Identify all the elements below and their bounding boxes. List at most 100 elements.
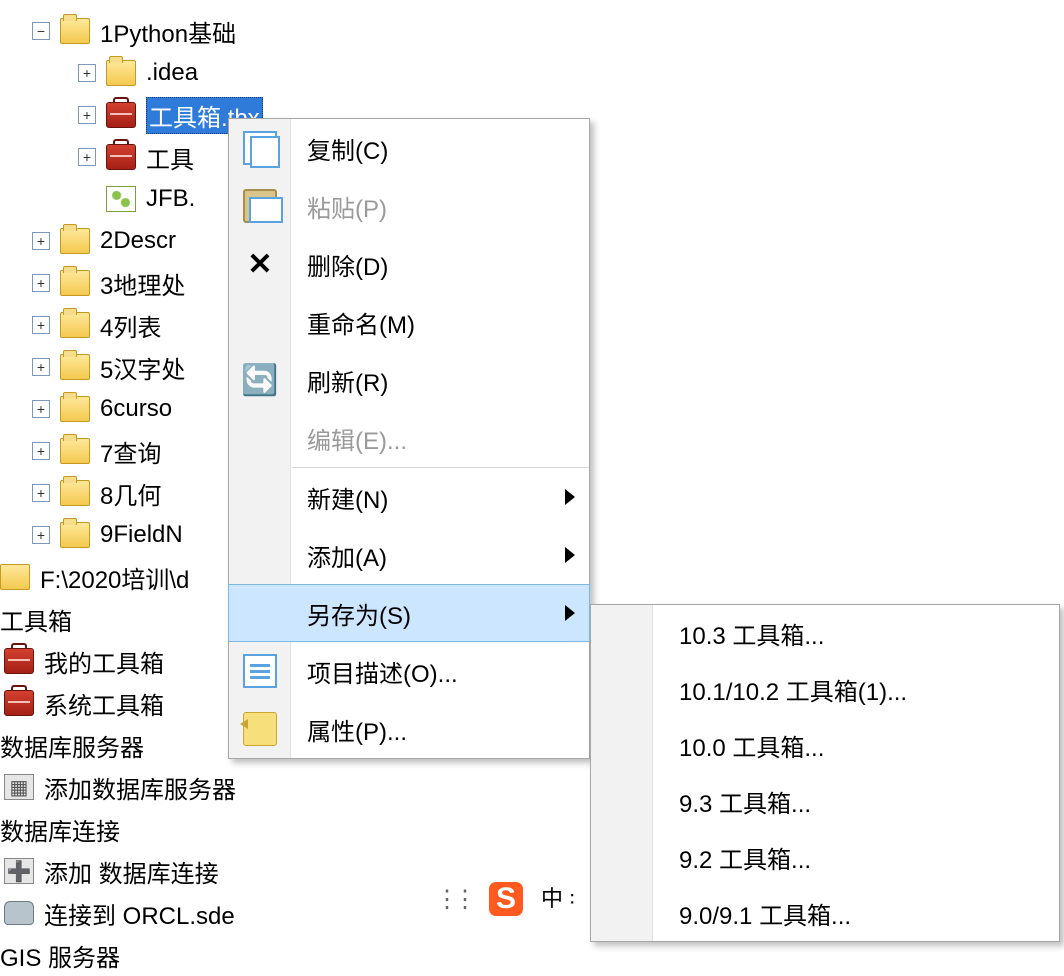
add-server-icon: ▦ — [4, 774, 34, 800]
submenu-arrow-icon — [565, 489, 575, 505]
menu-label: 9.3 工具箱... — [679, 784, 811, 819]
expand-icon[interactable] — [32, 232, 50, 250]
expand-icon[interactable] — [32, 316, 50, 334]
folder-icon — [60, 18, 90, 44]
menu-label: 9.2 工具箱... — [679, 840, 811, 875]
toolbox-icon — [106, 102, 136, 128]
tree-label: 3地理处 — [100, 266, 185, 301]
context-menu: 复制(C) 粘贴(P) ✕ 删除(D) 重命名(M) 🔄 刷新(R) 编辑(E)… — [228, 118, 590, 759]
drag-handle-icon[interactable]: ⋮⋮ — [435, 885, 471, 914]
menu-refresh[interactable]: 🔄 刷新(R) — [229, 351, 589, 409]
submenu-item[interactable]: 10.3 工具箱... — [591, 605, 1059, 661]
menu-label: 属性(P)... — [307, 712, 407, 747]
menu-label: 添加(A) — [307, 538, 387, 573]
folder-icon — [60, 270, 90, 296]
menu-delete[interactable]: ✕ 删除(D) — [229, 235, 589, 293]
properties-icon — [243, 712, 277, 746]
menu-label: 新建(N) — [307, 480, 388, 515]
menu-label: 另存为(S) — [307, 596, 411, 631]
tree-label: 6curso — [100, 395, 172, 423]
expand-icon[interactable] — [32, 442, 50, 460]
submenu-item[interactable]: 9.2 工具箱... — [591, 829, 1059, 885]
menu-paste: 粘贴(P) — [229, 177, 589, 235]
menu-copy[interactable]: 复制(C) — [229, 119, 589, 177]
ime-mode[interactable]: 中 ꞉ — [541, 893, 575, 905]
tree-label: 数据库连接 — [0, 812, 120, 847]
submenu-arrow-icon — [565, 605, 575, 621]
menu-label: 粘贴(P) — [307, 189, 387, 224]
expand-icon[interactable] — [32, 358, 50, 376]
submenu-item[interactable]: 10.0 工具箱... — [591, 717, 1059, 773]
tree-label: 数据库服务器 — [0, 728, 144, 763]
ime-toolbar[interactable]: ⋮⋮ S 中 ꞉ — [435, 882, 575, 916]
delete-icon: ✕ — [243, 247, 277, 281]
collapse-icon[interactable] — [32, 22, 50, 40]
folder-icon — [60, 438, 90, 464]
model-icon — [106, 186, 136, 212]
menu-description[interactable]: 项目描述(O)... — [229, 642, 589, 700]
tree-item[interactable]: .idea — [0, 52, 1064, 94]
menu-label: 删除(D) — [307, 247, 388, 282]
menu-edit: 编辑(E)... — [229, 409, 589, 467]
add-connection-icon: ➕ — [4, 858, 34, 884]
refresh-icon: 🔄 — [243, 363, 277, 397]
menu-label: 重命名(M) — [307, 305, 415, 340]
submenu-item[interactable]: 9.0/9.1 工具箱... — [591, 885, 1059, 941]
menu-label: 10.3 工具箱... — [679, 616, 824, 651]
menu-label: 复制(C) — [307, 131, 388, 166]
database-icon — [4, 901, 34, 925]
tree-label: 工具 — [146, 140, 194, 175]
menu-label: 项目描述(O)... — [307, 654, 458, 689]
folder-icon — [106, 60, 136, 86]
folder-icon — [60, 480, 90, 506]
paste-icon — [243, 189, 277, 223]
submenu-item[interactable]: 9.3 工具箱... — [591, 773, 1059, 829]
tree-label: JFB. — [146, 185, 195, 213]
menu-save-as[interactable]: 另存为(S) — [228, 584, 590, 642]
tree-label: 工具箱 — [0, 602, 72, 637]
menu-label: 9.0/9.1 工具箱... — [679, 896, 851, 931]
expand-icon[interactable] — [32, 274, 50, 292]
toolbox-icon — [4, 690, 34, 716]
tree-label: 我的工具箱 — [44, 644, 164, 679]
expand-icon[interactable] — [32, 400, 50, 418]
tree-label: 5汉字处 — [100, 350, 185, 385]
toolbox-icon — [106, 144, 136, 170]
tree-label: 2Descr — [100, 227, 176, 255]
tree-label: F:\2020培训\d — [40, 560, 189, 595]
tree-label: 7查询 — [100, 434, 161, 469]
copy-icon — [243, 131, 277, 165]
tree-label: 添加 数据库连接 — [44, 854, 219, 889]
spacer — [78, 190, 96, 208]
expand-icon[interactable] — [78, 106, 96, 124]
expand-icon[interactable] — [32, 526, 50, 544]
tree-label: 添加数据库服务器 — [44, 770, 236, 805]
expand-icon[interactable] — [32, 484, 50, 502]
tree-item-root[interactable]: 1Python基础 — [0, 10, 1064, 52]
submenu-arrow-icon — [565, 547, 575, 563]
menu-properties[interactable]: 属性(P)... — [229, 700, 589, 758]
menu-label: 编辑(E)... — [307, 421, 407, 456]
tree-label: 系统工具箱 — [44, 686, 164, 721]
menu-rename[interactable]: 重命名(M) — [229, 293, 589, 351]
tree-label: 4列表 — [100, 308, 161, 343]
menu-label: 刷新(R) — [307, 363, 388, 398]
tree-label: .idea — [146, 59, 198, 87]
folder-icon — [60, 522, 90, 548]
tree-label: 连接到 ORCL.sde — [44, 896, 235, 931]
menu-add[interactable]: 添加(A) — [229, 526, 589, 584]
menu-label: 10.1/10.2 工具箱(1)... — [679, 672, 907, 707]
folder-icon — [0, 564, 30, 590]
tree-label: 9FieldN — [100, 521, 183, 549]
expand-icon[interactable] — [78, 148, 96, 166]
toolbox-icon — [4, 648, 34, 674]
submenu-item[interactable]: 10.1/10.2 工具箱(1)... — [591, 661, 1059, 717]
sogou-ime-icon[interactable]: S — [489, 882, 523, 916]
tree-label: 8几何 — [100, 476, 161, 511]
folder-icon — [60, 312, 90, 338]
tree-label: 1Python基础 — [100, 14, 236, 49]
folder-icon — [60, 396, 90, 422]
menu-new[interactable]: 新建(N) — [229, 468, 589, 526]
expand-icon[interactable] — [78, 64, 96, 82]
submenu-save-as: 10.3 工具箱... 10.1/10.2 工具箱(1)... 10.0 工具箱… — [590, 604, 1060, 942]
